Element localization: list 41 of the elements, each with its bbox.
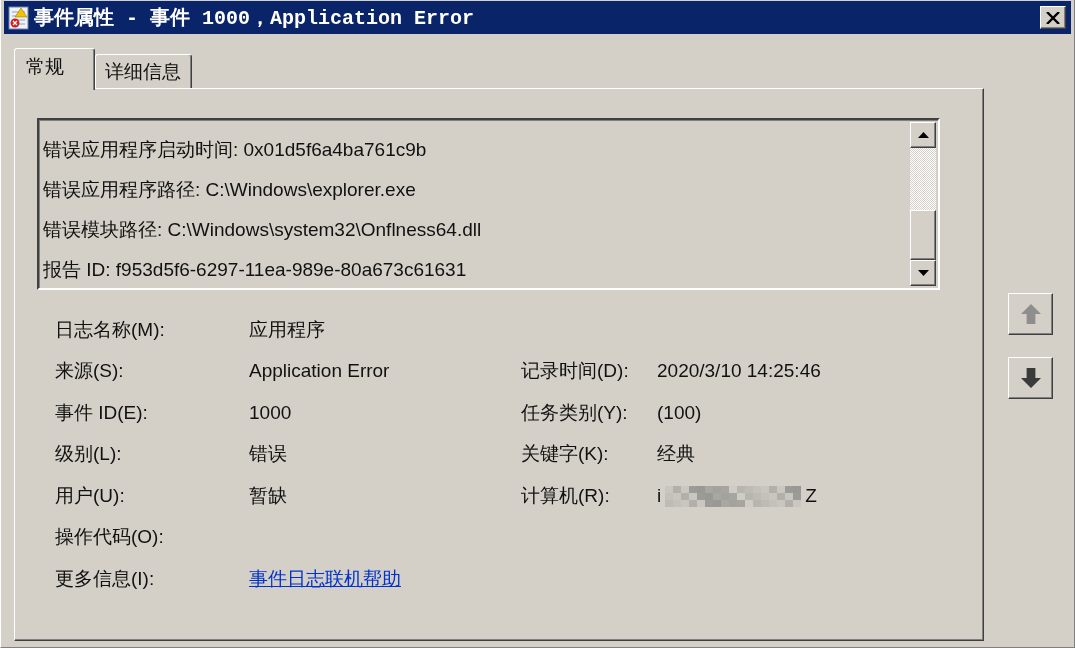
window-title: 事件属性 - 事件 1000，Application Error	[34, 6, 475, 31]
field-label: 事件 ID(E):	[55, 400, 148, 425]
description-line: 报告 ID: f953d5f6-6297-11ea-989e-80a673c61631	[43, 258, 467, 282]
field-label: 日志名称(M):	[55, 317, 165, 342]
field-label: 任务类别(Y):	[521, 400, 628, 425]
scroll-up-button[interactable]	[910, 122, 936, 148]
field-label: 关键字(K):	[521, 442, 609, 467]
description-field[interactable]: 错误应用程序启动时间: 0x01d5f6a4ba761c9b 错误应用程序路径: C:\Windows\explorer.exe 错误模块路径: C:\Windows\system32\Onflness64.dll 报告 ID: f953d5f6-6297-11ea-989e-80a673c61631	[37, 118, 940, 290]
event-document-icon	[8, 5, 29, 30]
field-label: 记录时间(D):	[521, 359, 629, 384]
description-line: 错误应用程序路径: C:\Windows\explorer.exe	[43, 178, 416, 202]
field-value: 应用程序	[249, 317, 325, 342]
up-arrow-icon	[1020, 304, 1041, 324]
close-button[interactable]	[1040, 6, 1066, 29]
field-value: 错误	[249, 442, 287, 467]
down-arrow-icon	[1020, 368, 1041, 388]
field-label: 用户(U):	[55, 483, 125, 508]
help-link[interactable]: 事件日志联机帮助	[249, 565, 401, 592]
down-button[interactable]	[1008, 357, 1053, 399]
field-value: (100)	[657, 401, 702, 424]
field-label: 级别(L):	[55, 442, 122, 467]
field-value: 经典	[657, 442, 695, 467]
up-triangle-icon	[917, 132, 929, 138]
down-triangle-icon	[917, 270, 929, 276]
field-value: i	[657, 484, 662, 507]
field-label: 操作代码(O):	[55, 525, 164, 550]
field-value: 1000	[249, 401, 292, 424]
field-label: 计算机(R):	[521, 483, 610, 508]
tab[interactable]: 常规	[14, 48, 95, 90]
scroll-down-button[interactable]	[910, 260, 936, 286]
description-line: 错误应用程序启动时间: 0x01d5f6a4ba761c9b	[43, 138, 427, 162]
field-label: 来源(S):	[55, 359, 124, 384]
field-value: 2020/3/10 14:25:46	[657, 360, 821, 383]
tab[interactable]: 详细信息	[95, 54, 192, 88]
field-label: 更多信息(I):	[55, 566, 155, 591]
field-value: Z	[805, 484, 817, 507]
field-value: Application Error	[249, 360, 390, 383]
scrollbar-thumb[interactable]	[910, 210, 936, 260]
field-value: 暂缺	[249, 483, 287, 508]
description-line: 错误模块路径: C:\Windows\system32\Onflness64.dll	[43, 218, 482, 242]
close-icon	[1046, 11, 1060, 24]
